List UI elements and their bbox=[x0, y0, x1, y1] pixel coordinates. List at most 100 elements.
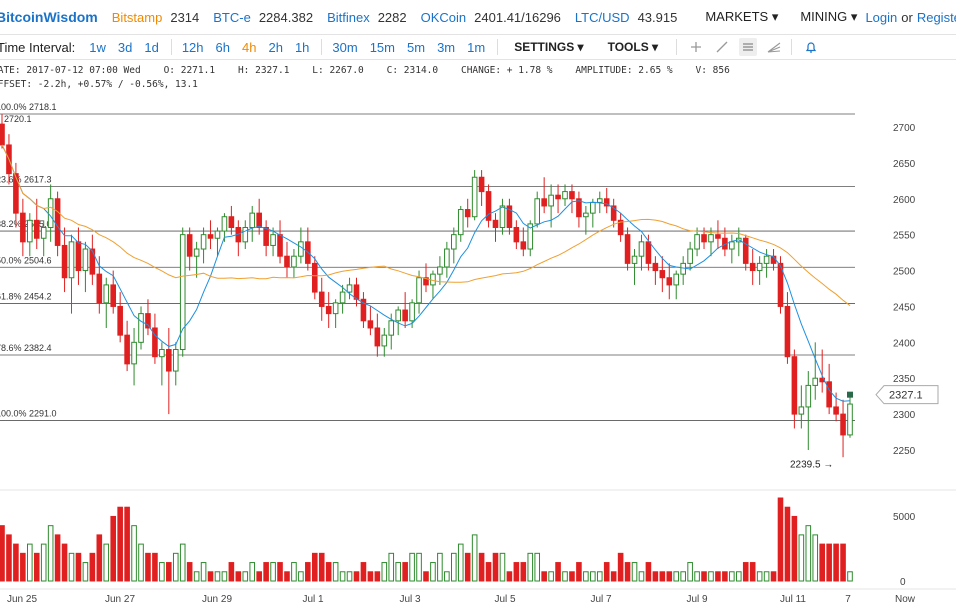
volume-bar bbox=[138, 543, 144, 582]
candle-body bbox=[548, 194, 554, 207]
volume-bar bbox=[513, 562, 520, 582]
volume-bar bbox=[13, 543, 19, 582]
interval-30m[interactable]: 30m bbox=[332, 40, 357, 55]
interval-1d[interactable]: 1d bbox=[144, 40, 158, 55]
interval-3m[interactable]: 3m bbox=[437, 40, 455, 55]
top-navigation-bar: BitcoinWisdom Bitstamp 2314 BTC-e 2284.382… bbox=[0, 0, 956, 35]
bell-icon[interactable] bbox=[802, 38, 820, 56]
volume-bar bbox=[152, 552, 158, 582]
mining-menu[interactable]: MINING ▾ bbox=[800, 9, 857, 25]
candle-body bbox=[193, 248, 200, 257]
volume-bar bbox=[409, 552, 415, 582]
volume-bar bbox=[569, 571, 575, 582]
or-text: or bbox=[901, 9, 913, 25]
fan-icon[interactable] bbox=[765, 38, 783, 56]
interval-3d[interactable]: 3d bbox=[118, 40, 132, 55]
candle-body bbox=[381, 334, 388, 347]
volume-bar bbox=[96, 534, 103, 582]
volume-bar bbox=[179, 543, 186, 582]
volume-bar bbox=[131, 525, 137, 582]
volume-bar bbox=[284, 571, 290, 582]
interval-1w[interactable]: 1w bbox=[89, 40, 106, 55]
volume-bar bbox=[242, 571, 249, 582]
volume-bar bbox=[423, 571, 429, 582]
ohlc-info-line: DATE: 2017-07-12 07:00 Wed O: 2271.1 H: … bbox=[0, 65, 730, 76]
candle-body bbox=[541, 198, 547, 207]
candle-body bbox=[214, 230, 221, 239]
interval-5m[interactable]: 5m bbox=[407, 40, 425, 55]
candle-body bbox=[395, 309, 401, 322]
tools-menu[interactable]: TOOLS ▾ bbox=[608, 40, 659, 54]
volume-bar bbox=[207, 571, 214, 582]
interval-12h[interactable]: 12h bbox=[182, 40, 204, 55]
volume-bar bbox=[694, 571, 700, 582]
candle-body bbox=[520, 241, 527, 250]
register-link[interactable]: Register bbox=[917, 10, 956, 25]
settings-menu[interactable]: SETTINGS ▾ bbox=[514, 40, 583, 54]
candle-body bbox=[374, 327, 381, 347]
volume-bar bbox=[117, 506, 123, 582]
volume-bar bbox=[763, 571, 770, 582]
candle-body bbox=[138, 313, 144, 343]
line-icon[interactable] bbox=[713, 38, 731, 56]
price-chart[interactable]: 2700 2650 2600 2550 2500 2450 2400 2350 2300 2250… bbox=[0, 0, 956, 609]
candle-body bbox=[145, 313, 151, 329]
interval-1m[interactable]: 1m bbox=[467, 40, 485, 55]
volume-bar bbox=[603, 562, 610, 582]
volume-bar bbox=[256, 571, 262, 582]
price-tick-label: 2700 bbox=[893, 123, 916, 134]
candle-body bbox=[506, 205, 513, 228]
volume-bar bbox=[791, 515, 798, 582]
candle-body bbox=[576, 198, 582, 218]
volume-bar bbox=[228, 562, 235, 582]
volume-bar bbox=[277, 562, 283, 582]
volume-bar bbox=[826, 543, 832, 582]
hamburger-icon[interactable] bbox=[739, 38, 758, 56]
candle-body bbox=[423, 277, 429, 286]
markets-menu[interactable]: MARKETS ▾ bbox=[705, 9, 778, 25]
exchange-bitstamp[interactable]: Bitstamp 2314 bbox=[112, 10, 200, 25]
exchange-bitfinex[interactable]: Bitfinex 2282 bbox=[327, 10, 407, 25]
volume-bar bbox=[332, 562, 339, 582]
volume-bar bbox=[784, 506, 791, 582]
login-link[interactable]: Login bbox=[865, 10, 897, 25]
exchange-btce[interactable]: BTC-e 2284.382 bbox=[213, 10, 313, 25]
caret-down-icon: ▾ bbox=[652, 40, 659, 54]
candle-body bbox=[75, 241, 82, 272]
candle-body bbox=[124, 334, 130, 365]
fib-level-label: 61.8% 2454.2 bbox=[0, 291, 52, 301]
candle-body bbox=[722, 237, 728, 250]
fib-level-label: 100.0% 2291.0 bbox=[0, 409, 57, 419]
exchange-okcoin[interactable]: OKCoin 2401.41/16296 bbox=[421, 10, 561, 25]
interval-2h[interactable]: 2h bbox=[268, 40, 282, 55]
plus-icon[interactable] bbox=[687, 38, 705, 56]
fib-level-label: 78.6% 2382.4 bbox=[0, 343, 52, 353]
volume-bar bbox=[735, 571, 742, 582]
interval-1h[interactable]: 1h bbox=[295, 40, 309, 55]
volume-bar bbox=[749, 562, 756, 582]
candle-body bbox=[840, 413, 846, 436]
candle-body bbox=[339, 291, 346, 304]
candle-body bbox=[298, 241, 304, 257]
candle-body bbox=[756, 262, 763, 272]
candle-body bbox=[277, 234, 283, 257]
volume-bar bbox=[200, 562, 207, 582]
volume-tick-label: 5000 bbox=[893, 512, 916, 523]
volume-bar bbox=[214, 571, 221, 582]
volume-bar bbox=[478, 552, 485, 582]
candle-body bbox=[305, 241, 311, 264]
interval-4h[interactable]: 4h bbox=[242, 40, 256, 55]
interval-15m[interactable]: 15m bbox=[370, 40, 395, 55]
volume-bar bbox=[631, 562, 638, 582]
volume-bar bbox=[124, 506, 130, 582]
candle-body bbox=[624, 234, 631, 264]
caret-down-icon: ▾ bbox=[771, 9, 779, 24]
volume-bar bbox=[847, 571, 853, 582]
volume-bar bbox=[374, 571, 381, 582]
brand-logo[interactable]: BitcoinWisdom bbox=[0, 9, 98, 25]
exchange-ltcusd[interactable]: LTC/USD 43.915 bbox=[575, 10, 677, 25]
candle-body bbox=[6, 144, 12, 175]
current-price-label: 2327.1 bbox=[889, 390, 923, 402]
interval-6h[interactable]: 6h bbox=[216, 40, 230, 55]
candle-body bbox=[708, 234, 714, 243]
